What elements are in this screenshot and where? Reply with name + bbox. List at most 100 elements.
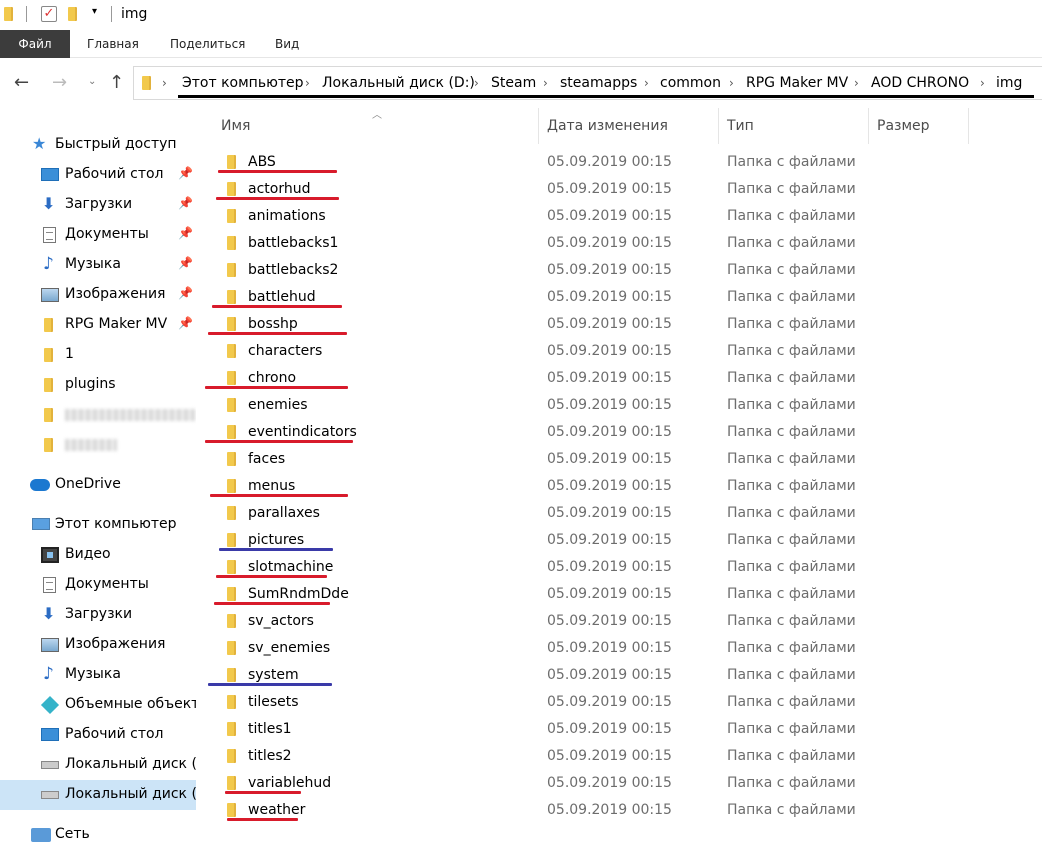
breadcrumb-img[interactable]: img <box>996 75 1022 91</box>
sidebar-item-drive-d[interactable]: Локальный диск (D:) <box>0 780 196 810</box>
sidebar-item-desktop[interactable]: Рабочий стол <box>0 720 196 750</box>
file-row[interactable]: battlebacks1 05.09.2019 00:15 Папка с файл… <box>200 230 1042 257</box>
new-folder-icon[interactable] <box>68 7 77 21</box>
file-row[interactable]: battlebacks2 05.09.2019 00:15 Папка с файл… <box>200 257 1042 284</box>
file-name: sv_enemies <box>248 640 331 656</box>
breadcrumb-drive-d[interactable]: Локальный диск (D:) <box>322 75 475 91</box>
breadcrumb-this-pc[interactable]: Этот компьютер <box>182 75 304 91</box>
column-divider[interactable] <box>868 108 869 144</box>
sidebar-item-plugins[interactable]: plugins <box>0 370 196 400</box>
tab-file[interactable]: Файл <box>0 30 70 58</box>
column-header-size[interactable]: Размер <box>877 108 930 144</box>
address-bar[interactable]: › Этот компьютер › Локальный диск (D:) ›… <box>133 66 1042 100</box>
pin-icon[interactable]: 📌 <box>178 256 193 270</box>
file-row[interactable]: characters 05.09.2019 00:15 Папка с файлам… <box>200 338 1042 365</box>
sidebar-item-drive-c[interactable]: Локальный диск (C:) <box>0 750 196 780</box>
breadcrumb-common[interactable]: common <box>660 75 721 91</box>
file-row[interactable]: chrono 05.09.2019 00:15 Папка с файлами <box>200 365 1042 392</box>
sidebar-item-pictures[interactable]: Изображения 📌 <box>0 280 196 310</box>
file-row[interactable]: bosshp 05.09.2019 00:15 Папка с файлами <box>200 311 1042 338</box>
file-row[interactable]: parallaxes 05.09.2019 00:15 Папка с файлам… <box>200 500 1042 527</box>
file-row[interactable]: sv_actors 05.09.2019 00:15 Папка с файлами <box>200 608 1042 635</box>
file-row[interactable]: animations 05.09.2019 00:15 Папка с файлам… <box>200 203 1042 230</box>
sidebar-item-music[interactable]: ♪ Музыка 📌 <box>0 250 196 280</box>
sidebar-item-label: Видео <box>65 546 111 562</box>
sidebar-item-documents[interactable]: Документы <box>0 570 196 600</box>
breadcrumb-chevron-icon[interactable]: › <box>980 76 985 90</box>
file-row[interactable]: menus 05.09.2019 00:15 Папка с файлами <box>200 473 1042 500</box>
file-row[interactable]: battlehud 05.09.2019 00:15 Папка с файлами <box>200 284 1042 311</box>
sidebar-item-music[interactable]: ♪ Музыка <box>0 660 196 690</box>
file-name: titles1 <box>248 721 292 737</box>
file-row[interactable]: system 05.09.2019 00:15 Папка с файлами <box>200 662 1042 689</box>
breadcrumb-chevron-icon[interactable]: › <box>854 76 859 90</box>
column-divider[interactable] <box>538 108 539 144</box>
sidebar-item-1[interactable]: 1 <box>0 340 196 370</box>
file-row[interactable]: enemies 05.09.2019 00:15 Папка с файлами <box>200 392 1042 419</box>
properties-check-icon[interactable]: ✓ <box>41 6 57 22</box>
breadcrumb-chevron-icon[interactable]: › <box>162 76 167 90</box>
sidebar-item-this-pc[interactable]: Этот компьютер <box>0 510 196 540</box>
sidebar-item-onedrive[interactable]: OneDrive <box>0 470 196 500</box>
customize-toolbar-dropdown-icon[interactable]: ▾ <box>92 6 97 17</box>
file-type: Папка с файлами <box>727 424 856 440</box>
file-row[interactable]: titles2 05.09.2019 00:15 Папка с файлами <box>200 743 1042 770</box>
sidebar-item-downloads[interactable]: ⬇ Загрузки <box>0 600 196 630</box>
tab-share[interactable]: Поделиться <box>170 30 245 58</box>
sidebar-item-3d-objects[interactable]: Объемные объекты <box>0 690 196 720</box>
column-header-type[interactable]: Тип <box>727 108 754 144</box>
pin-icon[interactable]: 📌 <box>178 196 193 210</box>
file-row[interactable]: variablehud 05.09.2019 00:15 Папка с файла… <box>200 770 1042 797</box>
breadcrumb-steam[interactable]: Steam <box>491 75 536 91</box>
sidebar-item-quick-access[interactable]: ★ Быстрый доступ <box>0 130 196 160</box>
sidebar-item-rpg-maker-mv[interactable]: RPG Maker MV 📌 <box>0 310 196 340</box>
file-row[interactable]: slotmachine 05.09.2019 00:15 Папка с файла… <box>200 554 1042 581</box>
breadcrumb-chevron-icon[interactable]: › <box>644 76 649 90</box>
tab-view[interactable]: Вид <box>275 30 299 58</box>
sidebar-item-network[interactable]: Сеть <box>0 820 196 850</box>
file-row[interactable]: weather 05.09.2019 00:15 Папка с файлами <box>200 797 1042 824</box>
file-row[interactable]: SumRndmDde 05.09.2019 00:15 Папка с файлам… <box>200 581 1042 608</box>
sidebar-item-desktop[interactable]: Рабочий стол 📌 <box>0 160 196 190</box>
file-name: battlehud <box>248 289 316 305</box>
forward-arrow-icon[interactable]: → <box>52 74 67 92</box>
breadcrumb-chevron-icon[interactable]: › <box>543 76 548 90</box>
column-header-name[interactable]: Имя <box>221 108 250 144</box>
pin-icon[interactable]: 📌 <box>178 226 193 240</box>
music-icon: ♪ <box>43 254 54 274</box>
file-row[interactable]: sv_enemies 05.09.2019 00:15 Папка с файлам… <box>200 635 1042 662</box>
sidebar-item-redacted[interactable] <box>0 430 196 460</box>
column-divider[interactable] <box>968 108 969 144</box>
file-date: 05.09.2019 00:15 <box>547 451 672 467</box>
pin-icon[interactable]: 📌 <box>178 286 193 300</box>
back-arrow-icon[interactable]: ← <box>14 74 29 92</box>
file-row[interactable]: actorhud 05.09.2019 00:15 Папка с файлами <box>200 176 1042 203</box>
breadcrumb-chevron-icon[interactable]: › <box>729 76 734 90</box>
recent-locations-chevron-icon[interactable]: ⌄ <box>88 76 96 87</box>
sidebar-item-video[interactable]: Видео <box>0 540 196 570</box>
sidebar-item-documents[interactable]: Документы 📌 <box>0 220 196 250</box>
tab-home[interactable]: Главная <box>87 30 139 58</box>
sidebar-item-label: Объемные объекты <box>65 696 196 712</box>
file-row[interactable]: titles1 05.09.2019 00:15 Папка с файлами <box>200 716 1042 743</box>
pin-icon[interactable]: 📌 <box>178 166 193 180</box>
breadcrumb-steamapps[interactable]: steamapps <box>560 75 637 91</box>
sidebar-item-redacted[interactable] <box>0 400 196 430</box>
breadcrumb-chevron-icon[interactable]: › <box>305 76 310 90</box>
sidebar-item-downloads[interactable]: ⬇ Загрузки 📌 <box>0 190 196 220</box>
sidebar-item-pictures[interactable]: Изображения <box>0 630 196 660</box>
file-row[interactable]: tilesets 05.09.2019 00:15 Папка с файлами <box>200 689 1042 716</box>
file-row[interactable]: faces 05.09.2019 00:15 Папка с файлами <box>200 446 1042 473</box>
file-row[interactable]: pictures 05.09.2019 00:15 Папка с файлами <box>200 527 1042 554</box>
breadcrumb-chevron-icon[interactable]: › <box>474 76 479 90</box>
breadcrumb-rpg-maker-mv[interactable]: RPG Maker MV <box>746 75 848 91</box>
file-row[interactable]: ABS 05.09.2019 00:15 Папка с файлами <box>200 149 1042 176</box>
folder-icon <box>227 803 236 817</box>
breadcrumb-aod-chrono[interactable]: AOD CHRONO <box>871 75 969 91</box>
sidebar-item-label: Рабочий стол <box>65 726 164 742</box>
pin-icon[interactable]: 📌 <box>178 316 193 330</box>
column-header-date[interactable]: Дата изменения <box>547 108 668 144</box>
file-row[interactable]: eventindicators 05.09.2019 00:15 Папка с ф… <box>200 419 1042 446</box>
up-arrow-icon[interactable]: ↑ <box>109 74 124 92</box>
column-divider[interactable] <box>718 108 719 144</box>
